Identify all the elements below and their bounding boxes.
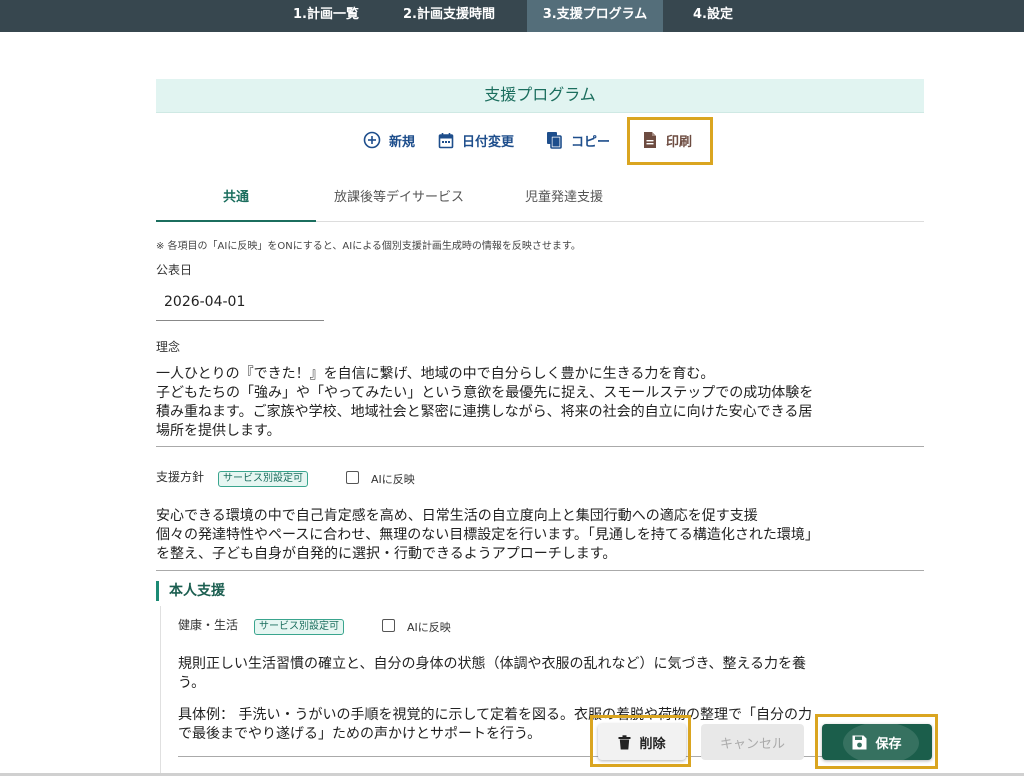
copy-icon	[547, 132, 562, 149]
health-service-chip: サービス別設定可	[254, 619, 344, 635]
trash-icon	[618, 734, 631, 749]
philosophy-underline	[156, 446, 924, 447]
ai-note: ※ 各項目の「AIに反映」をONにすると、AIによる個別支援計画生成時の情報を反…	[156, 241, 581, 252]
page-title: 支援プログラム	[156, 79, 924, 113]
philosophy-line: 場所を提供します。	[156, 423, 281, 439]
print-button[interactable]: 印刷	[642, 126, 692, 154]
health-line: 規則正しい生活習慣の確立と、自分の身体の状態（体調や衣服の乱れなど）に気づき、整…	[178, 656, 807, 672]
service-tabs: 共通 放課後等デイサービス 児童発達支援	[156, 177, 924, 222]
delete-label: 削除	[639, 736, 666, 752]
tab-child-development-support[interactable]: 児童発達支援	[482, 177, 646, 222]
publish-date-label: 公表日	[156, 263, 193, 277]
policy-line: 安心できる環境の中で自己肯定感を高め、日常生活の自立度向上と集団行動への適応を促…	[156, 508, 758, 524]
tab-after-school-day-service[interactable]: 放課後等デイサービス	[316, 177, 482, 222]
health-blank-line	[178, 693, 812, 706]
delete-button[interactable]: 削除	[598, 724, 686, 760]
policy-line: を整え、子ども自身が自発的に選択・行動できるようアプローチします。	[156, 546, 617, 562]
top-nav: 1.計画一覧 2.計画支援時間 3.支援プログラム 4.設定	[0, 0, 1024, 32]
policy-service-chip: サービス別設定可	[218, 471, 308, 487]
philosophy-line: 一人ひとりの『できた！』を自信に繋げ、地域の中で自分らしく豊かに生きる力を育む。	[156, 366, 715, 382]
health-line: 具体例： 手洗い・うがいの手順を視覚的に示して定着を図る。衣服の着脱や荷物の整理…	[178, 707, 813, 723]
document-icon	[644, 132, 656, 148]
save-icon	[852, 735, 867, 749]
add-circle-icon	[363, 131, 381, 149]
philosophy-label: 理念	[156, 340, 181, 354]
policy-field[interactable]: 安心できる環境の中で自己肯定感を高め、日常生活の自立度向上と集団行動への適応を促…	[156, 507, 819, 564]
publish-date-field[interactable]: 2026-04-01	[164, 294, 245, 310]
print-label: 印刷	[666, 134, 693, 150]
cancel-button[interactable]: キャンセル	[701, 724, 804, 760]
health-ai-checkbox[interactable]	[382, 619, 395, 632]
date-change-label: 日付変更	[462, 134, 515, 150]
date-change-button[interactable]: 日付変更	[438, 126, 514, 154]
save-label: 保存	[875, 736, 902, 752]
nav-tab-support-program[interactable]: 3.支援プログラム	[527, 0, 663, 32]
policy-ai-label: AIに反映	[371, 473, 415, 486]
publish-date-underline	[156, 320, 324, 321]
copy-button[interactable]: コピー	[546, 126, 610, 154]
new-button[interactable]: 新規	[363, 126, 415, 154]
health-ai-label: AIに反映	[407, 621, 451, 634]
philosophy-line: 積み重ねます。ご家族や学校、地域社会と緊密に連携しながら、将来の社会的自立に向け…	[156, 404, 813, 420]
nav-tab-settings[interactable]: 4.設定	[683, 0, 743, 32]
policy-ai-checkbox[interactable]	[346, 471, 359, 484]
health-line: う。	[178, 675, 206, 691]
policy-line: 個々の発達特性やペースに合わせ、無理のない目標設定を行います。「見通しを持てる構…	[156, 527, 819, 543]
section-indent-line	[160, 606, 161, 776]
new-label: 新規	[389, 134, 416, 150]
health-underline	[178, 756, 924, 757]
save-button[interactable]: 保存	[822, 724, 932, 760]
philosophy-field[interactable]: 一人ひとりの『できた！』を自信に繋げ、地域の中で自分らしく豊かに生きる力を育む。…	[156, 365, 813, 441]
copy-label: コピー	[571, 134, 611, 150]
nav-tab-plan-list[interactable]: 1.計画一覧	[282, 0, 370, 32]
nav-tab-plan-support-time[interactable]: 2.計画支援時間	[389, 0, 509, 32]
health-label: 健康・生活	[178, 618, 239, 632]
section-title: 本人支援	[156, 581, 225, 601]
calendar-icon	[438, 132, 454, 148]
policy-label: 支援方針	[156, 470, 205, 484]
policy-underline	[156, 570, 924, 571]
tab-common[interactable]: 共通	[156, 177, 316, 222]
philosophy-line: 子どもたちの「強み」や「やってみたい」という意欲を最優先に捉え、スモールステップ…	[156, 385, 814, 401]
cancel-label: キャンセル	[719, 736, 785, 752]
